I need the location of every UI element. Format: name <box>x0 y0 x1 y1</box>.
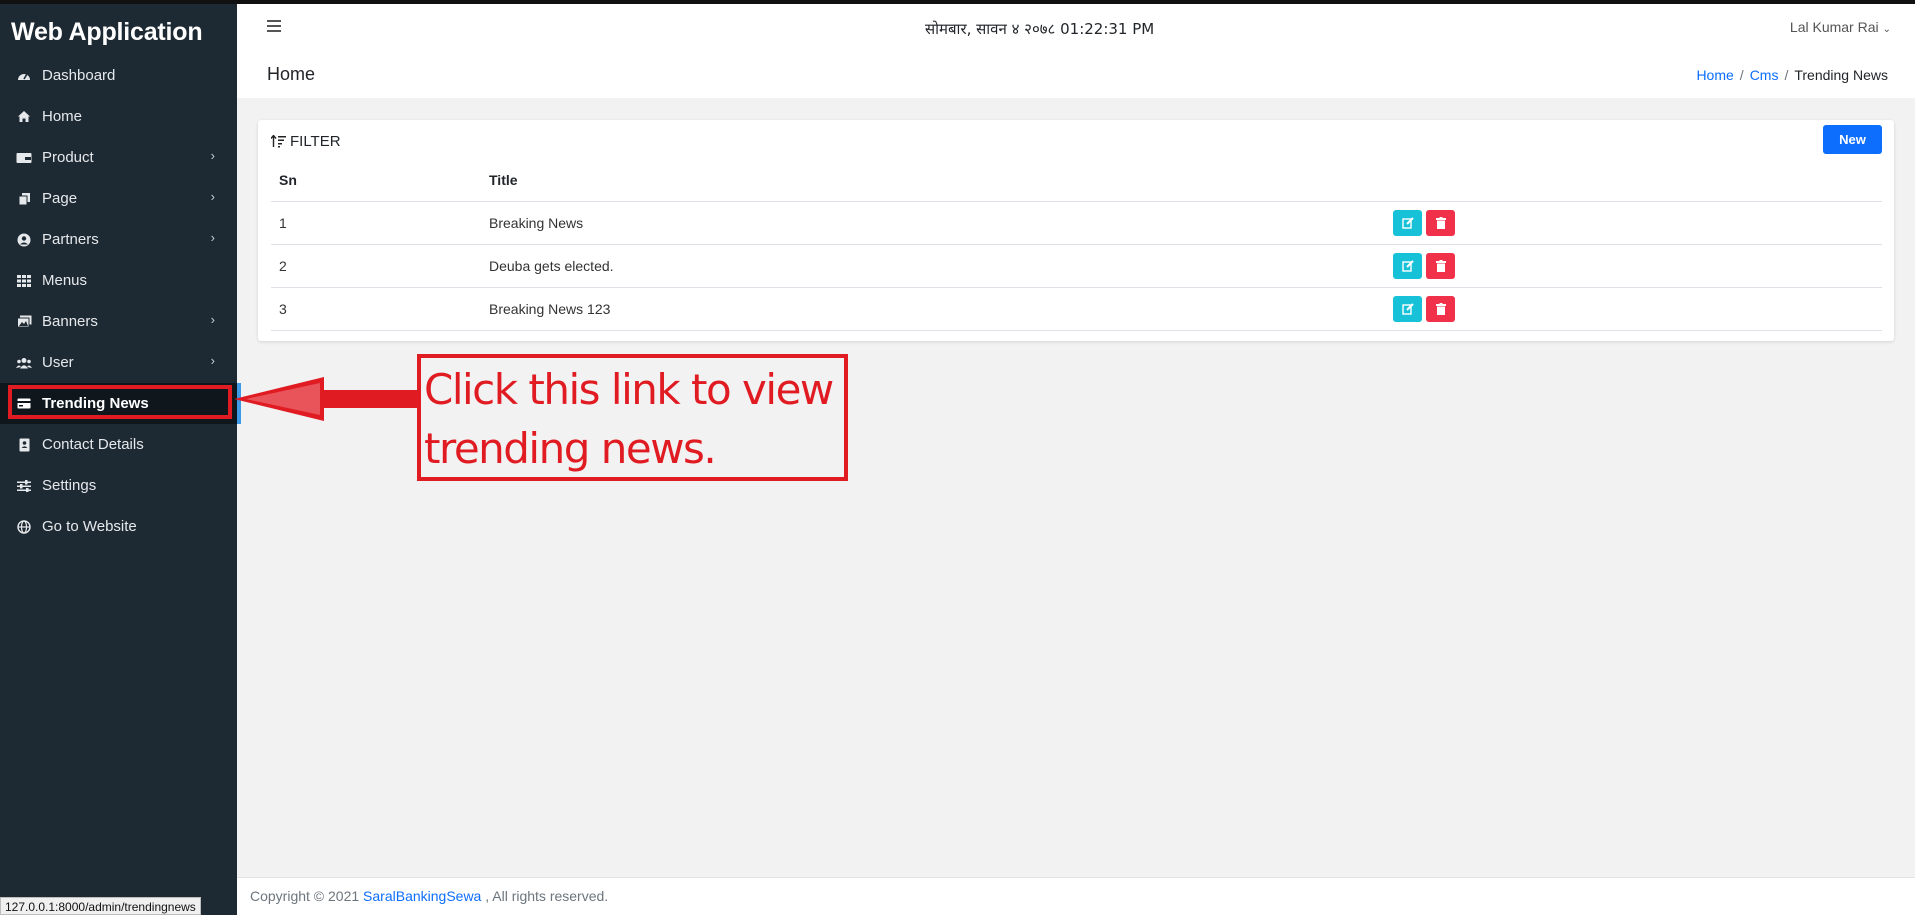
sidebar-item-dashboard[interactable]: Dashboard <box>0 55 237 96</box>
page-titlebar: Home Home / Cms / Trending News <box>237 54 1915 98</box>
column-header-actions <box>1385 159 1882 202</box>
breadcrumb: Home / Cms / Trending News <box>1696 67 1888 83</box>
chevron-right-icon: › <box>210 312 215 327</box>
globe-icon <box>16 519 32 535</box>
dashboard-icon <box>16 68 32 84</box>
cell-title: Breaking News <box>481 201 1385 245</box>
table-row: 1 Breaking News <box>271 201 1882 245</box>
trash-icon <box>1435 259 1446 272</box>
contact-icon <box>16 437 32 453</box>
sidebar-item-partners[interactable]: Partners › <box>0 219 237 260</box>
sidebar-item-label: Menus <box>42 272 88 289</box>
table-row: 2 Deuba gets elected. <box>271 244 1882 288</box>
breadcrumb-cms[interactable]: Cms <box>1750 67 1779 83</box>
sidebar-nav: Dashboard Home Product › Page › Partners… <box>0 55 241 547</box>
delete-button[interactable] <box>1426 295 1455 322</box>
cell-sn: 1 <box>271 201 481 245</box>
grid-icon <box>16 273 32 289</box>
cell-actions <box>1385 287 1882 331</box>
brand-title[interactable]: Web Application <box>11 18 203 47</box>
edit-icon <box>1401 302 1414 315</box>
images-icon <box>16 314 32 330</box>
annotation-text: Click this link to view trending news. <box>424 360 834 478</box>
column-header-sn: Sn <box>271 159 481 202</box>
edit-button[interactable] <box>1393 252 1422 279</box>
filter-toggle[interactable]: FILTER <box>271 133 341 150</box>
delete-button[interactable] <box>1426 252 1455 279</box>
hamburger-menu-icon[interactable] <box>267 20 281 32</box>
cell-actions <box>1385 201 1882 245</box>
sidebar-item-label: Page <box>42 190 78 207</box>
cell-sn: 2 <box>271 244 481 288</box>
sidebar-item-label: Dashboard <box>42 67 116 84</box>
delete-button[interactable] <box>1426 209 1455 236</box>
top-header: सोमबार, सावन ४ २०७८ 01:22:31 PM Lal Kuma… <box>237 4 1915 54</box>
annotation-callout: Click this link to view trending news. <box>417 354 848 481</box>
sidebar-item-label: Home <box>42 108 83 125</box>
sidebar-item-banners[interactable]: Banners › <box>0 301 237 342</box>
users-icon <box>16 355 32 371</box>
footer: Copyright © 2021 SaralBankingSewa , All … <box>237 877 1915 915</box>
edit-button[interactable] <box>1393 295 1422 322</box>
sidebar-item-label: User <box>42 354 74 371</box>
sidebar-item-label: Contact Details <box>42 436 144 453</box>
copyright-text: Copyright © 2021 SaralBankingSewa , All … <box>250 888 608 904</box>
sliders-icon <box>16 478 32 494</box>
sidebar-item-user[interactable]: User › <box>0 342 237 383</box>
filter-label: FILTER <box>290 133 341 150</box>
home-icon <box>16 109 32 125</box>
user-circle-icon <box>16 232 32 248</box>
sort-filter-icon <box>271 135 286 148</box>
edit-icon <box>1401 216 1414 229</box>
company-link[interactable]: SaralBankingSewa <box>363 888 481 904</box>
sidebar-item-go-to-website[interactable]: Go to Website <box>0 506 237 547</box>
sidebar-item-page[interactable]: Page › <box>0 178 237 219</box>
column-header-title: Title <box>481 159 1385 202</box>
sidebar-item-home[interactable]: Home <box>0 96 237 137</box>
cell-actions <box>1385 244 1882 288</box>
cell-title: Breaking News 123 <box>481 287 1385 331</box>
user-name: Lal Kumar Rai <box>1789 19 1879 35</box>
copyright-suffix: , All rights reserved. <box>481 888 609 904</box>
page-title: Home <box>267 64 316 84</box>
trending-news-card: FILTER New Sn Title 1 Breaking News 2 De… <box>258 120 1894 341</box>
sidebar-item-label: Go to Website <box>42 518 137 535</box>
table-row: 3 Breaking News 123 <box>271 287 1882 331</box>
chevron-down-icon: ⌄ <box>1882 24 1891 35</box>
sidebar-item-label: Product <box>42 149 94 166</box>
annotation-highlight-box <box>8 385 232 419</box>
sidebar-item-label: Partners <box>42 231 99 248</box>
sidebar-item-label: Banners <box>42 313 98 330</box>
copyright-prefix: Copyright © 2021 <box>250 888 364 904</box>
table-header-row: Sn Title <box>271 159 1882 202</box>
breadcrumb-current: Trending News <box>1794 67 1888 83</box>
annotation-line-2: trending news. <box>424 424 717 473</box>
chevron-right-icon: › <box>210 230 215 245</box>
sidebar-item-product[interactable]: Product › <box>0 137 237 178</box>
edit-icon <box>1401 259 1414 272</box>
chevron-right-icon: › <box>210 148 215 163</box>
sidebar-item-contact-details[interactable]: Contact Details <box>0 424 237 465</box>
chevron-right-icon: › <box>210 353 215 368</box>
sidebar-item-settings[interactable]: Settings <box>0 465 237 506</box>
cell-title: Deuba gets elected. <box>481 244 1385 288</box>
trending-news-table: Sn Title 1 Breaking News 2 Deuba gets el… <box>271 159 1882 331</box>
header-datetime: सोमबार, सावन ४ २०७८ 01:22:31 PM <box>925 20 1155 38</box>
trash-icon <box>1435 216 1446 229</box>
copy-icon <box>16 191 32 207</box>
breadcrumb-home[interactable]: Home <box>1696 67 1733 83</box>
trash-icon <box>1435 302 1446 315</box>
user-menu[interactable]: Lal Kumar Rai ⌄ <box>1790 19 1891 35</box>
edit-button[interactable] <box>1393 209 1422 236</box>
new-button[interactable]: New <box>1823 125 1882 154</box>
sidebar: Web Application Dashboard Home Product › <box>0 4 241 915</box>
sidebar-item-label: Settings <box>42 477 97 494</box>
sidebar-item-menus[interactable]: Menus <box>0 260 237 301</box>
annotation-arrow-icon <box>234 377 421 421</box>
cell-sn: 3 <box>271 287 481 331</box>
annotation-line-1: Click this link to view <box>424 365 834 414</box>
wallet-icon <box>16 150 32 166</box>
browser-status-url: 127.0.0.1:8000/admin/trendingnews <box>0 897 201 915</box>
chevron-right-icon: › <box>210 189 215 204</box>
